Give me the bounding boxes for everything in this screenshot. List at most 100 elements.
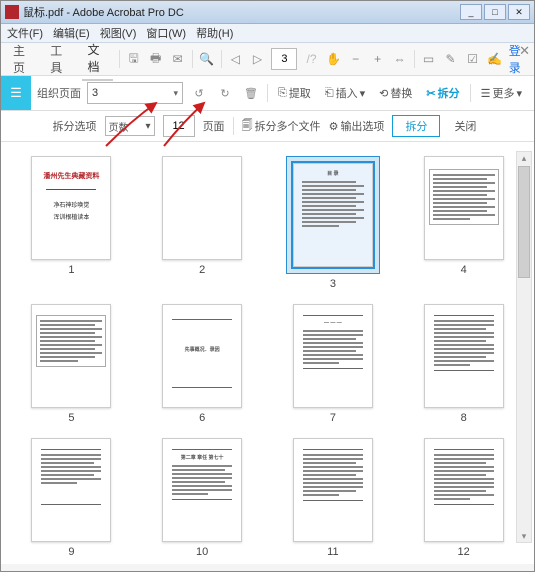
divider [221,50,222,68]
replace-tool[interactable]: ⟲ 替换 [375,85,416,101]
thumb-heading: 第二章 章任 第七十 [181,454,224,461]
chevron-down-icon: ▾ [146,121,151,132]
page-number-label: 8 [461,412,467,424]
organize-toolbar: ☰ 组织页面 3 ▾ ↺ ↻ 🗑 ⎘ 提取 ⎗ 插入 ▾ ⟲ 替换 ✂ 拆分 ☰ [1,76,534,111]
tab-tools[interactable]: 工具 [44,38,75,80]
scroll-handle[interactable] [518,166,530,278]
split-multiple-files[interactable]: 🗐 拆分多个文件 [242,117,321,136]
split-pages-label: 页面 [203,118,225,134]
save-icon[interactable]: 🖫 [126,49,142,69]
page-thumbnail[interactable]: — — — 7 [271,304,396,424]
page-count-icon: /? [303,49,319,69]
split-mode-value: 页数 [109,119,129,134]
tab-document[interactable]: 文档 [82,37,113,81]
page-range-dropdown[interactable]: 3 ▾ [87,82,183,104]
pdf-file-icon [5,5,19,19]
split-tool[interactable]: ✂ 拆分 [422,85,463,101]
extract-tool[interactable]: ⎘ 提取 [274,85,315,101]
app-name: Adobe Acrobat Pro DC [73,7,184,19]
thumb-heading: 目 录 [327,170,338,177]
insert-tool[interactable]: ⎗ 插入 ▾ [321,85,369,101]
split-options-label: 拆分选项 [53,118,97,134]
scroll-down-icon[interactable]: ▾ [518,530,530,542]
page-number-label: 7 [330,412,336,424]
search-icon[interactable]: 🔍 [199,49,215,69]
zoom-in-icon[interactable]: + [370,49,386,69]
page-number-label: 4 [461,264,467,276]
divider [414,50,415,68]
organize-side-tab[interactable]: ☰ [1,76,31,110]
output-options[interactable]: ⚙ 输出选项 [329,118,385,134]
split-action-label: 拆分 [405,121,427,133]
page-number-label: 2 [199,264,205,276]
divider [233,117,234,135]
divider [119,50,120,68]
page-thumbnail[interactable]: 先事概况．录因 6 [140,304,265,424]
replace-label: 替换 [390,85,412,101]
close-button[interactable]: ✕ [508,4,530,20]
page-thumbnail[interactable]: 9 [9,438,134,558]
highlight-icon[interactable]: ✎ [443,49,459,69]
insert-icon: ⎗ [325,87,334,100]
page-thumbnail-selected[interactable]: 目 录 3 [271,156,396,290]
split-mode-dropdown[interactable]: 页数 ▾ [105,116,155,136]
delete-page-icon[interactable]: 🗑 [241,83,261,103]
hand-tool-icon[interactable]: ✋ [326,49,342,69]
chevron-down-icon: ▾ [360,87,366,100]
print-icon[interactable]: 🖶 [148,49,164,69]
divider [267,84,268,102]
rotate-left-icon[interactable]: ↺ [189,83,209,103]
split-label: 拆分 [438,85,460,101]
page-number-label: 9 [68,546,74,558]
page-number-label: 6 [199,412,205,424]
menu-window[interactable]: 窗口(W) [146,25,186,41]
zoom-out-icon[interactable]: − [348,49,364,69]
page-number-label: 10 [196,546,208,558]
page-thumbnail[interactable]: 12 [401,438,526,558]
menu-help[interactable]: 帮助(H) [196,25,233,41]
close-document-icon[interactable]: ✕ [519,43,530,59]
page-thumbnail[interactable]: 潘州先生典藏资料 净石神珍唤觉 浑训根植读本 1 [9,156,134,290]
vertical-scrollbar[interactable]: ▴ ▾ [516,151,532,543]
organize-pages-label: 组织页面 [37,85,81,101]
minimize-button[interactable]: _ [460,4,482,20]
main-toolbar: 主页 工具 文档 🖫 🖶 ✉ 🔍 ◁ ▷ /? ✋ − + ⇔ ▭ ✎ ☑ ✍ … [1,43,534,76]
more-tool[interactable]: ☰ 更多 ▾ [477,85,526,101]
maximize-button[interactable]: □ [484,4,506,20]
page-number-input[interactable] [271,48,297,70]
selection-tool-icon[interactable]: ▭ [421,49,437,69]
split-close-button[interactable]: 关闭 [448,118,482,134]
scissors-icon: ✂ [426,87,435,100]
page-thumbnail[interactable]: 5 [9,304,134,424]
page-range-value: 3 [92,87,98,99]
document-name: 鼠标.pdf [23,7,63,19]
split-action-button[interactable]: 拆分 [392,115,440,137]
title-separator: - [63,7,72,19]
chevron-down-icon: ▾ [516,87,522,100]
split-number-input[interactable] [163,115,195,137]
page-thumbnail[interactable]: 4 [401,156,526,290]
thumb-heading: 先事概况．录因 [185,346,220,353]
prev-page-icon[interactable]: ◁ [227,49,243,69]
divider [470,84,471,102]
thumb-text: 净石神珍唤觉 [53,202,89,210]
stamp-icon[interactable]: ☑ [465,49,481,69]
page-thumbnail[interactable]: 第二章 章任 第七十 10 [140,438,265,558]
page-thumbnail[interactable]: 2 [140,156,265,290]
next-page-icon[interactable]: ▷ [249,49,265,69]
title-bar: 鼠标.pdf - Adobe Acrobat Pro DC _ □ ✕ [1,1,534,24]
page-thumbnail[interactable]: 11 [271,438,396,558]
page-number-label: 5 [68,412,74,424]
page-number-label: 1 [68,264,74,276]
page-number-label: 11 [327,546,338,558]
signature-icon[interactable]: ✍ [487,49,503,69]
page-number-label: 12 [458,546,470,558]
page-thumbnails-panel: 潘州先生典藏资料 净石神珍唤觉 浑训根植读本 1 2 目 录 [1,142,534,564]
mail-icon[interactable]: ✉ [170,49,186,69]
chevron-down-icon: ▾ [173,88,182,99]
rotate-right-icon[interactable]: ↻ [215,83,235,103]
page-thumbnail[interactable]: 8 [401,304,526,424]
scroll-up-icon[interactable]: ▴ [518,152,530,164]
tab-home[interactable]: 主页 [7,38,38,80]
fit-width-icon[interactable]: ⇔ [392,49,408,69]
